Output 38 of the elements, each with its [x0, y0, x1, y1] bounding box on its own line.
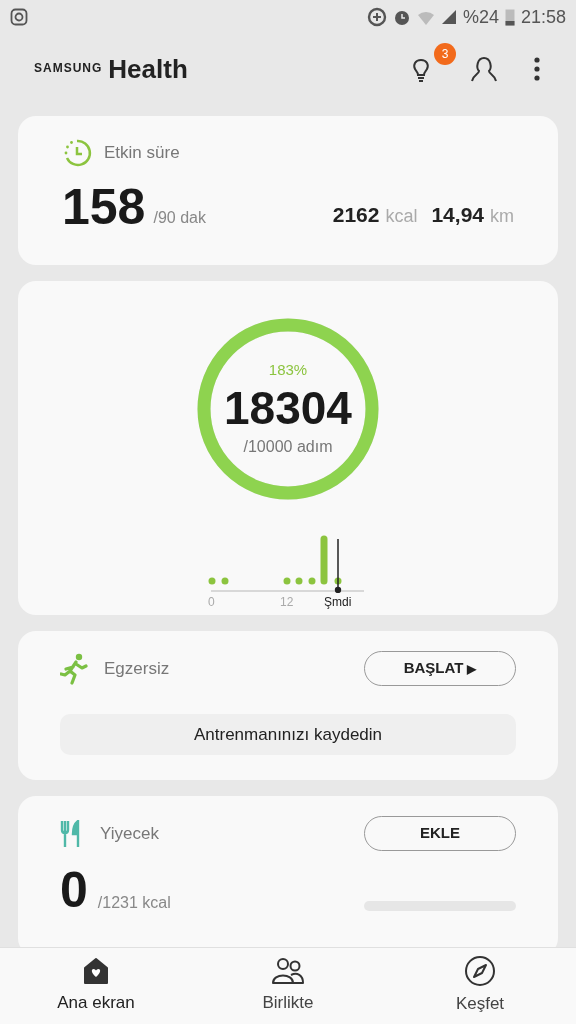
active-time-card[interactable]: Etkin süre 158 /90 dak 2162 kcal 14,94 km	[18, 116, 558, 265]
distance-value: 14,94	[431, 201, 484, 228]
battery-icon	[504, 8, 515, 26]
axis-label: Şmdi	[324, 594, 352, 611]
card-title: Yiyecek	[100, 822, 159, 845]
calories-unit: kcal	[385, 205, 418, 228]
notification-badge: 3	[434, 43, 456, 65]
food-calories-value: 0	[60, 865, 88, 915]
fork-knife-icon	[60, 819, 82, 848]
profile-icon[interactable]	[470, 55, 498, 83]
nav-tab[interactable]: Keşfet	[384, 948, 576, 1024]
card-title: Egzersiz	[104, 657, 170, 680]
camera-app-icon	[10, 8, 28, 26]
steps-percent: 183%	[268, 359, 308, 380]
running-person-icon	[60, 652, 88, 685]
brand-logo: Health	[108, 56, 188, 82]
brand-logo-small: SAMSUNG	[34, 60, 103, 77]
alarm-icon	[392, 8, 411, 26]
axis-label: 12	[280, 594, 294, 611]
steps-goal: /10000 adım	[243, 437, 333, 458]
nav-tab[interactable]: Ana ekran	[0, 948, 192, 1024]
food-calories-goal: /1231 kcal	[97, 893, 171, 913]
steps-value: 18304	[224, 385, 352, 432]
nav-tab[interactable]: Birlikte	[192, 948, 384, 1024]
clock-time: 21:58	[520, 5, 566, 29]
axis-label: 0	[208, 594, 215, 611]
signal-icon	[440, 9, 457, 25]
timer-icon	[62, 138, 92, 168]
active-minutes-value: 158	[62, 182, 146, 232]
steps-card[interactable]: 183% 18304 /10000 adım 0 12 Şmdi	[18, 281, 558, 615]
record-workout-button[interactable]: Antrenmanınızı kaydedin	[60, 714, 516, 755]
calories-value: 2162	[332, 201, 380, 228]
active-minutes-goal: /90 dak	[153, 208, 206, 228]
card-title: Etkin süre	[104, 142, 180, 165]
data-saver-icon	[366, 7, 387, 27]
distance-unit: km	[490, 205, 514, 228]
more-options-icon[interactable]	[534, 57, 540, 81]
battery-percent: %24	[462, 5, 499, 29]
